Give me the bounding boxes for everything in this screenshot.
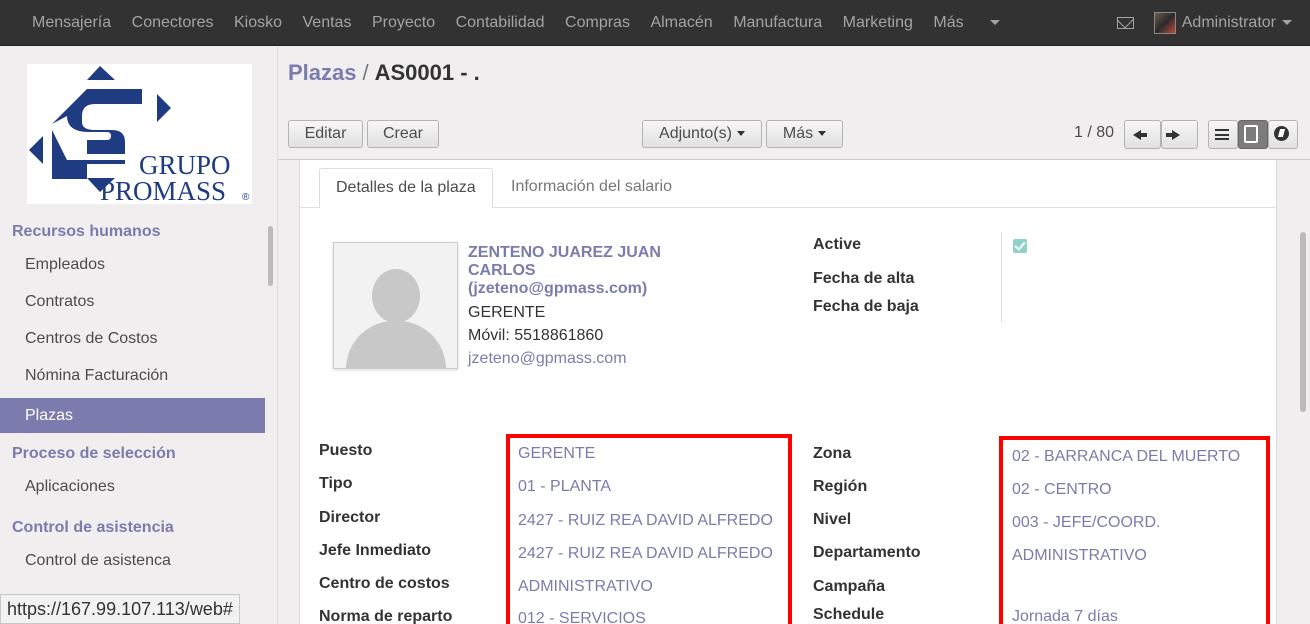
field-label-director: Director <box>319 509 381 526</box>
field-label-campana: Campaña <box>813 578 886 595</box>
app-menu: Mensajería Conectores Kiosko Ventas Proy… <box>32 0 1021 46</box>
menu-contabilidad[interactable]: Contabilidad <box>456 14 545 32</box>
sidebar-item-control-de-asistencia[interactable]: Control de asistenca <box>0 543 265 578</box>
create-button[interactable]: Crear <box>367 120 439 148</box>
sidebar-scrollbar[interactable] <box>268 226 273 286</box>
menu-kiosko[interactable]: Kiosko <box>234 14 282 32</box>
employee-job: GERENTE <box>468 304 546 321</box>
grupo-promass-logo-icon: GRUPO PROMASS ® <box>29 66 250 206</box>
chevron-down-icon <box>1282 20 1292 26</box>
company-logo[interactable]: GRUPO PROMASS ® <box>27 64 252 206</box>
person-placeholder-body <box>346 321 446 368</box>
arrow-left-icon <box>1133 130 1147 140</box>
sidebar-item-aplicaciones[interactable]: Aplicaciones <box>0 469 265 504</box>
menu-manufactura[interactable]: Manufactura <box>733 14 822 32</box>
top-navbar: Mensajería Conectores Kiosko Ventas Proy… <box>0 0 1310 46</box>
arrow-right-icon <box>1166 130 1180 140</box>
field-label-region: Región <box>813 478 868 495</box>
breadcrumb: Plazas / AS0001 - . <box>288 60 480 86</box>
content-scrollbar[interactable] <box>1300 232 1306 412</box>
breadcrumb-separator: / <box>362 60 369 85</box>
field-label-centro-de-costos: Centro de costos <box>319 575 450 592</box>
field-label-tipo: Tipo <box>319 475 353 492</box>
sidebar-item-nomina-facturacion[interactable]: Nómina Facturación <box>0 358 265 393</box>
field-label-norma-de-reparto: Norma de reparto <box>319 608 453 624</box>
map-icon <box>1274 126 1289 141</box>
person-placeholder-head <box>372 269 420 323</box>
menu-mas[interactable]: Más <box>933 14 1001 32</box>
employee-mobile: Móvil: 5518861860 <box>468 327 604 344</box>
active-checkbox[interactable] <box>1013 239 1027 253</box>
highlight-box-right <box>999 436 1270 624</box>
avatar[interactable] <box>1153 12 1176 34</box>
field-label-schedule: Schedule <box>813 606 885 623</box>
user-area: Administrator <box>1116 0 1292 46</box>
map-view-button[interactable] <box>1268 120 1298 149</box>
tab-informacion-del-salario[interactable]: Información del salario <box>495 168 688 208</box>
status-bar-url: https://167.99.107.113/web# <box>0 594 240 624</box>
breadcrumb-current: AS0001 - . <box>374 60 480 85</box>
menu-ventas[interactable]: Ventas <box>303 14 352 32</box>
menu-mas-label: Más <box>933 14 964 31</box>
menu-marketing[interactable]: Marketing <box>843 14 913 32</box>
sidebar-item-empleados[interactable]: Empleados <box>0 247 265 282</box>
fecha-alta-label: Fecha de alta <box>813 270 915 287</box>
field-label-jefe-inmediato: Jefe Inmediato <box>319 542 432 559</box>
field-label-zona: Zona <box>813 445 852 462</box>
field-separator <box>1001 232 1002 322</box>
chevron-down-icon <box>990 20 1001 26</box>
mail-icon[interactable] <box>1116 17 1134 29</box>
chevron-down-icon <box>818 131 827 137</box>
menu-almacen[interactable]: Almacén <box>650 14 712 32</box>
employee-photo[interactable] <box>333 242 458 369</box>
attachments-dropdown[interactable]: Adjunto(s) <box>642 120 762 148</box>
chevron-down-icon <box>736 131 745 137</box>
pager-counter[interactable]: 1 / 80 <box>1074 124 1114 142</box>
menu-conectores[interactable]: Conectores <box>132 14 214 32</box>
sidebar: GRUPO PROMASS ® Recursos humanos Emplead… <box>0 46 278 624</box>
sidebar-item-plazas[interactable]: Plazas <box>0 398 265 433</box>
logo-text-line2: PROMASS <box>100 176 226 204</box>
logo-registered-mark: ® <box>242 192 250 203</box>
form-view-icon <box>1244 125 1258 143</box>
edit-button[interactable]: Editar <box>288 120 363 148</box>
sidebar-item-centros-de-costos[interactable]: Centros de Costos <box>0 321 265 356</box>
active-label: Active <box>813 236 862 253</box>
section-proceso-de-seleccion: Proceso de selección <box>12 445 176 462</box>
menu-mensajeria[interactable]: Mensajería <box>32 14 111 32</box>
menu-proyecto[interactable]: Proyecto <box>372 14 435 32</box>
form-view-button[interactable] <box>1238 120 1268 149</box>
control-panel: Plazas / AS0001 - . Editar Crear Adjunto(s… <box>278 46 1310 160</box>
pager-next-button[interactable] <box>1161 120 1198 149</box>
pager-previous-button[interactable] <box>1124 120 1161 149</box>
more-label: Más <box>782 125 814 142</box>
attachments-label: Adjunto(s) <box>659 125 732 142</box>
section-control-de-asistencia: Control de asistencia <box>12 519 174 536</box>
field-label-departamento: Departamento <box>813 544 921 561</box>
field-label-nivel: Nivel <box>813 511 852 528</box>
user-menu[interactable]: Administrator <box>1182 14 1292 32</box>
section-recursos-humanos: Recursos humanos <box>12 223 161 240</box>
employee-name-link[interactable]: ZENTENO JUAREZ JUAN CARLOS (jzeteno@gpma… <box>468 244 688 298</box>
highlight-box-left <box>506 434 792 624</box>
field-label-puesto: Puesto <box>319 442 373 459</box>
list-icon <box>1215 129 1229 140</box>
fecha-baja-label: Fecha de baja <box>813 298 919 315</box>
tab-detalles-de-la-plaza[interactable]: Detalles de la plaza <box>319 168 493 208</box>
employee-email-link[interactable]: jzeteno@gpmass.com <box>468 350 627 368</box>
sidebar-item-contratos[interactable]: Contratos <box>0 284 265 319</box>
breadcrumb-plazas-link[interactable]: Plazas <box>288 60 357 85</box>
menu-compras[interactable]: Compras <box>565 14 630 32</box>
list-view-button[interactable] <box>1208 120 1238 149</box>
more-dropdown[interactable]: Más <box>766 120 843 148</box>
user-name: Administrator <box>1181 14 1276 31</box>
